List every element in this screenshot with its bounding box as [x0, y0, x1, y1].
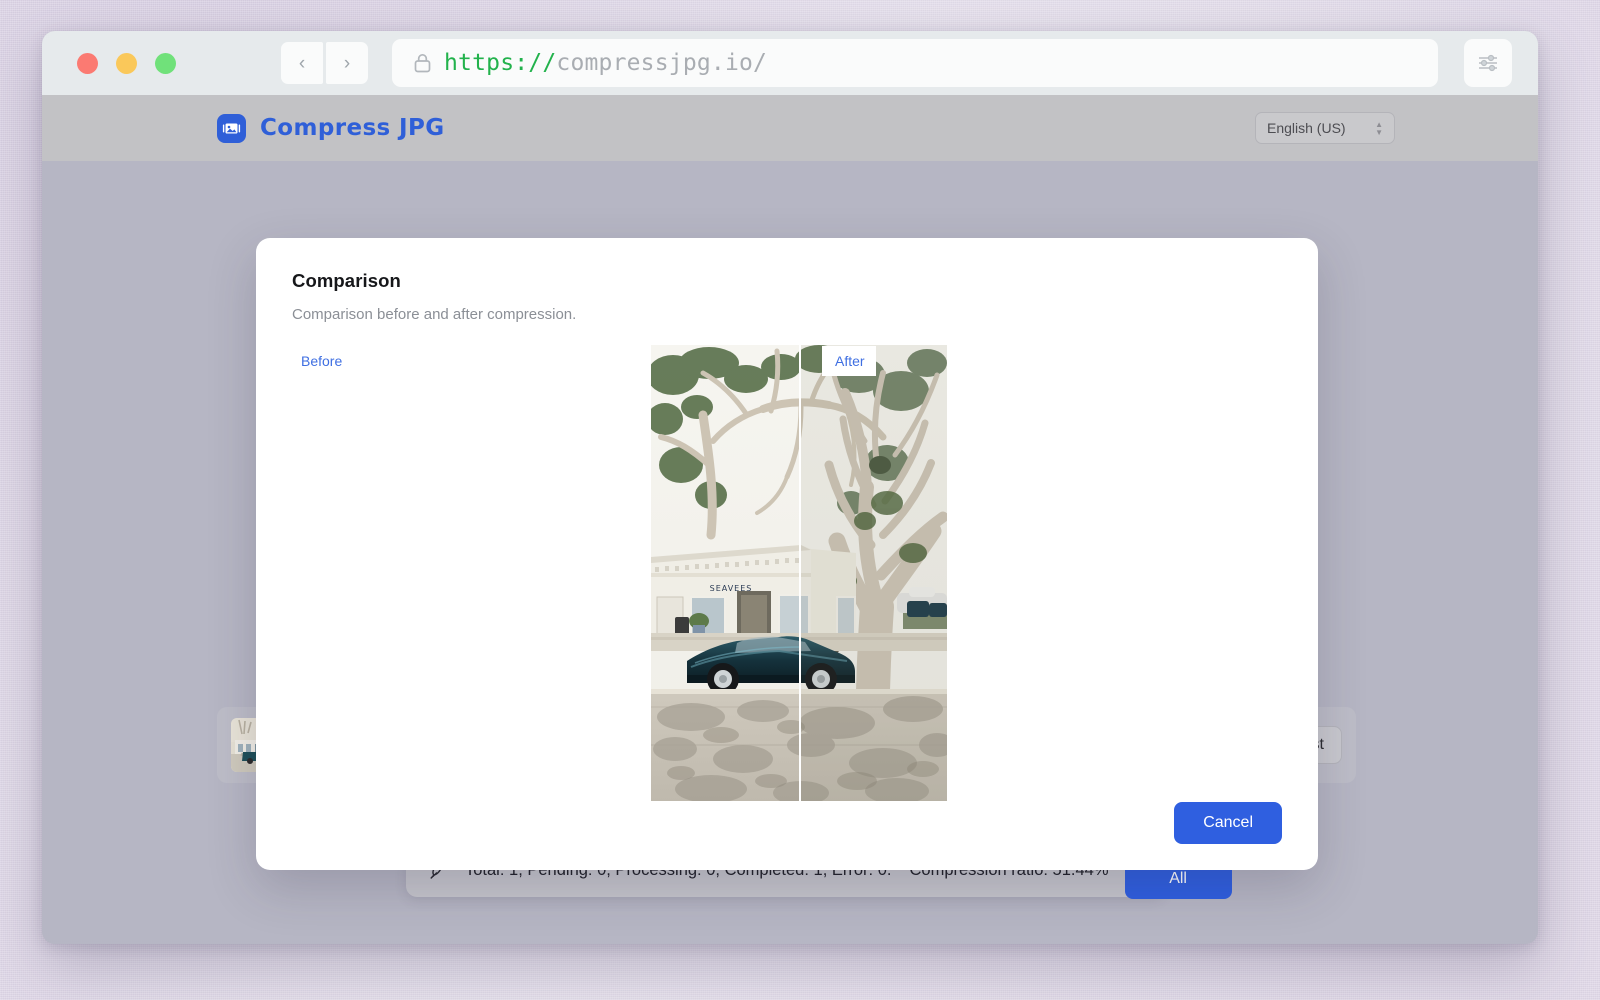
sliders-icon	[1477, 54, 1499, 72]
modal-subtitle: Comparison before and after compression.	[292, 306, 1282, 323]
window-controls	[77, 53, 176, 74]
close-window-button[interactable]	[77, 53, 98, 74]
url-host: compressjpg.io/	[556, 50, 767, 76]
browser-window: ‹ › https://compressjpg.io/	[42, 31, 1538, 944]
app-logo-icon	[217, 114, 246, 143]
address-bar[interactable]: https://compressjpg.io/	[392, 39, 1438, 87]
browser-toolbar: ‹ › https://compressjpg.io/	[42, 31, 1538, 95]
after-label: After	[822, 346, 876, 376]
before-label: Before	[301, 353, 342, 369]
brand[interactable]: Compress JPG	[217, 114, 445, 143]
comparison-divider-handle[interactable]	[799, 345, 801, 801]
lock-icon	[414, 53, 431, 73]
brand-name: Compress JPG	[260, 115, 445, 141]
language-selector[interactable]: English (US) ▲▼	[1255, 112, 1395, 144]
minimize-window-button[interactable]	[116, 53, 137, 74]
site-header: Compress JPG English (US) ▲▼	[42, 95, 1538, 161]
url-text: https://compressjpg.io/	[444, 50, 767, 76]
cancel-button[interactable]: Cancel	[1174, 802, 1282, 844]
modal-footer: Cancel	[292, 802, 1282, 844]
browser-settings-button[interactable]	[1464, 39, 1512, 87]
chevron-updown-icon: ▲▼	[1375, 121, 1383, 136]
modal-title: Comparison	[292, 270, 1282, 292]
comparison-modal: Comparison Comparison before and after c…	[256, 238, 1318, 870]
url-scheme: https://	[444, 50, 556, 76]
page-content: Compress JPG English (US) ▲▼	[42, 95, 1538, 944]
forward-button[interactable]: ›	[326, 42, 368, 84]
comparison-viewer[interactable]: Before After	[292, 345, 1282, 786]
language-value: English (US)	[1267, 120, 1346, 136]
comparison-image: SEAVEES	[651, 345, 947, 801]
navigation-buttons: ‹ ›	[281, 42, 368, 84]
back-button[interactable]: ‹	[281, 42, 323, 84]
maximize-window-button[interactable]	[155, 53, 176, 74]
